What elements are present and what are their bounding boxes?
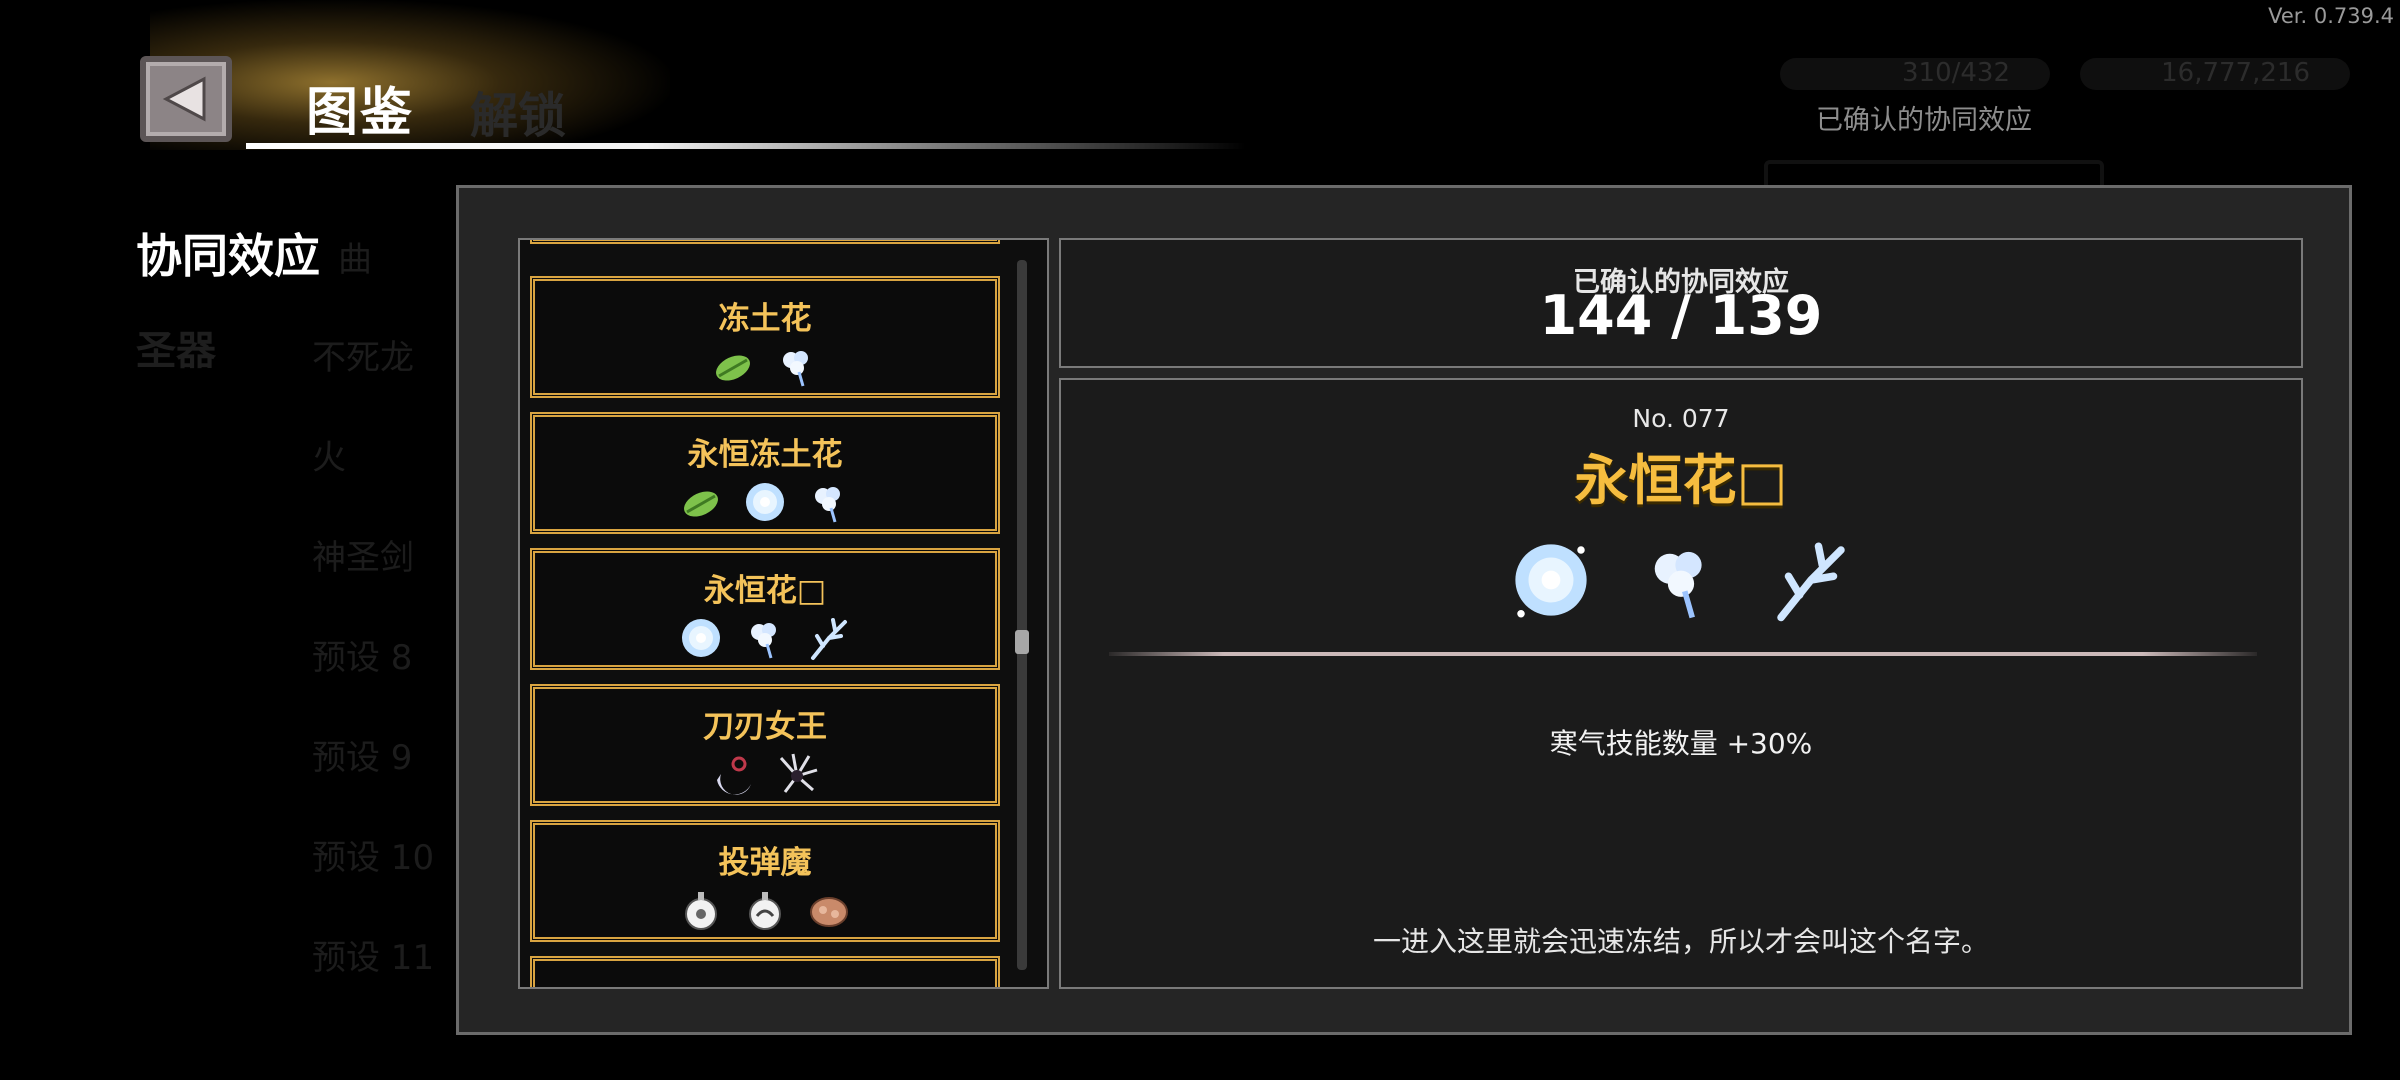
- bg-list-curve: 曲: [338, 240, 372, 280]
- category-synergy[interactable]: 协同效应: [136, 220, 320, 286]
- title-underline: [246, 143, 1246, 149]
- flower-icon: [815, 487, 840, 523]
- top-confirmed-label: 已确认的协同效应: [1816, 105, 2032, 136]
- list-item[interactable]: 刀刃女王: [530, 684, 1000, 806]
- detail-number: No. 077: [1632, 404, 1730, 433]
- page-title: 图鉴: [306, 83, 415, 143]
- list-item-name: 冻土花: [718, 301, 812, 337]
- bomb-icon: [685, 892, 717, 930]
- bg-list-item: 不死龙: [312, 338, 414, 378]
- flower-icon: [1654, 551, 1702, 619]
- category-relic[interactable]: 圣器: [136, 318, 216, 376]
- flower-icon: [751, 623, 776, 659]
- frost-bloom-icon: [746, 483, 784, 521]
- list-item-name: 投弹魔: [718, 845, 812, 881]
- list-item-partial[interactable]: [530, 240, 1000, 244]
- list-item-name: 永恒冻土花: [687, 437, 843, 473]
- list-item[interactable]: 永恒冻土花: [530, 412, 1000, 534]
- bg-counter-gems-value: 310/432: [1901, 58, 2010, 88]
- detail-name: 永恒花□: [1574, 449, 1788, 512]
- dark-claw-icon: [779, 753, 818, 793]
- detail-description: 一进入这里就会迅速冻结，所以才会叫这个名字。: [1372, 925, 1989, 958]
- detail-effect: 寒气技能数量 +30%: [1549, 727, 1813, 760]
- bg-list-item: 预设 11: [312, 938, 435, 978]
- bg-list-item: 神圣剑: [312, 538, 414, 578]
- codex-panel: 冻土花 永恒冻土花 永恒花□ 刀刃女王 投弹魔 已确认的协同效应 144 / 1…: [456, 185, 2352, 1035]
- bomb-icon: [749, 892, 781, 930]
- bg-counter-coins-value: 16,777,216: [2161, 58, 2310, 88]
- detail-icons: [1061, 530, 2301, 630]
- bg-counter-gems: 310/432: [1780, 58, 2050, 90]
- list-item-partial[interactable]: [530, 956, 1000, 987]
- list-item-name: 永恒花□: [703, 573, 827, 609]
- synergy-list[interactable]: 冻土花 永恒冻土花 永恒花□ 刀刃女王 投弹魔: [518, 238, 1049, 989]
- frost-bloom-icon: [682, 619, 720, 657]
- list-item[interactable]: 投弹魔: [530, 820, 1000, 942]
- ice-branch-icon: [811, 618, 847, 660]
- confirmed-counter-box: 已确认的协同效应 144 / 139: [1059, 238, 2303, 368]
- bg-list-item: 预设 9: [312, 738, 413, 778]
- list-scrollbar[interactable]: [1017, 260, 1027, 970]
- bg-list-item: 预设 8: [312, 638, 413, 678]
- list-item[interactable]: 冻土花: [530, 276, 1000, 398]
- bg-list-item: 火: [312, 438, 346, 478]
- bg-counter-coins: 16,777,216: [2080, 58, 2350, 90]
- leaf-icon: [684, 491, 718, 517]
- sack-icon: [810, 897, 848, 927]
- synergy-detail: No. 077 永恒花□ 寒气技能数量 +30% 一进入这里就会迅速冻结，所以才…: [1059, 378, 2303, 989]
- confirmed-counter-value: 144 / 139: [1539, 284, 1823, 347]
- back-arrow-icon: [162, 76, 206, 122]
- detail-divider: [1109, 652, 2257, 656]
- crescent-blade-icon: [717, 756, 751, 795]
- frost-bloom-icon: [1515, 544, 1587, 618]
- back-button[interactable]: [140, 56, 232, 142]
- list-scroll-thumb[interactable]: [1015, 630, 1029, 654]
- ice-branch-icon: [1777, 542, 1845, 622]
- bg-list-item: 预设 10: [312, 838, 435, 878]
- leaf-icon: [716, 355, 750, 381]
- flower-icon: [783, 351, 808, 387]
- bg-tab-unlock: 解锁: [470, 88, 567, 144]
- list-item-name: 刀刃女王: [703, 709, 827, 745]
- version-label: Ver. 0.739.4: [2268, 4, 2394, 28]
- list-item-selected[interactable]: 永恒花□: [530, 548, 1000, 670]
